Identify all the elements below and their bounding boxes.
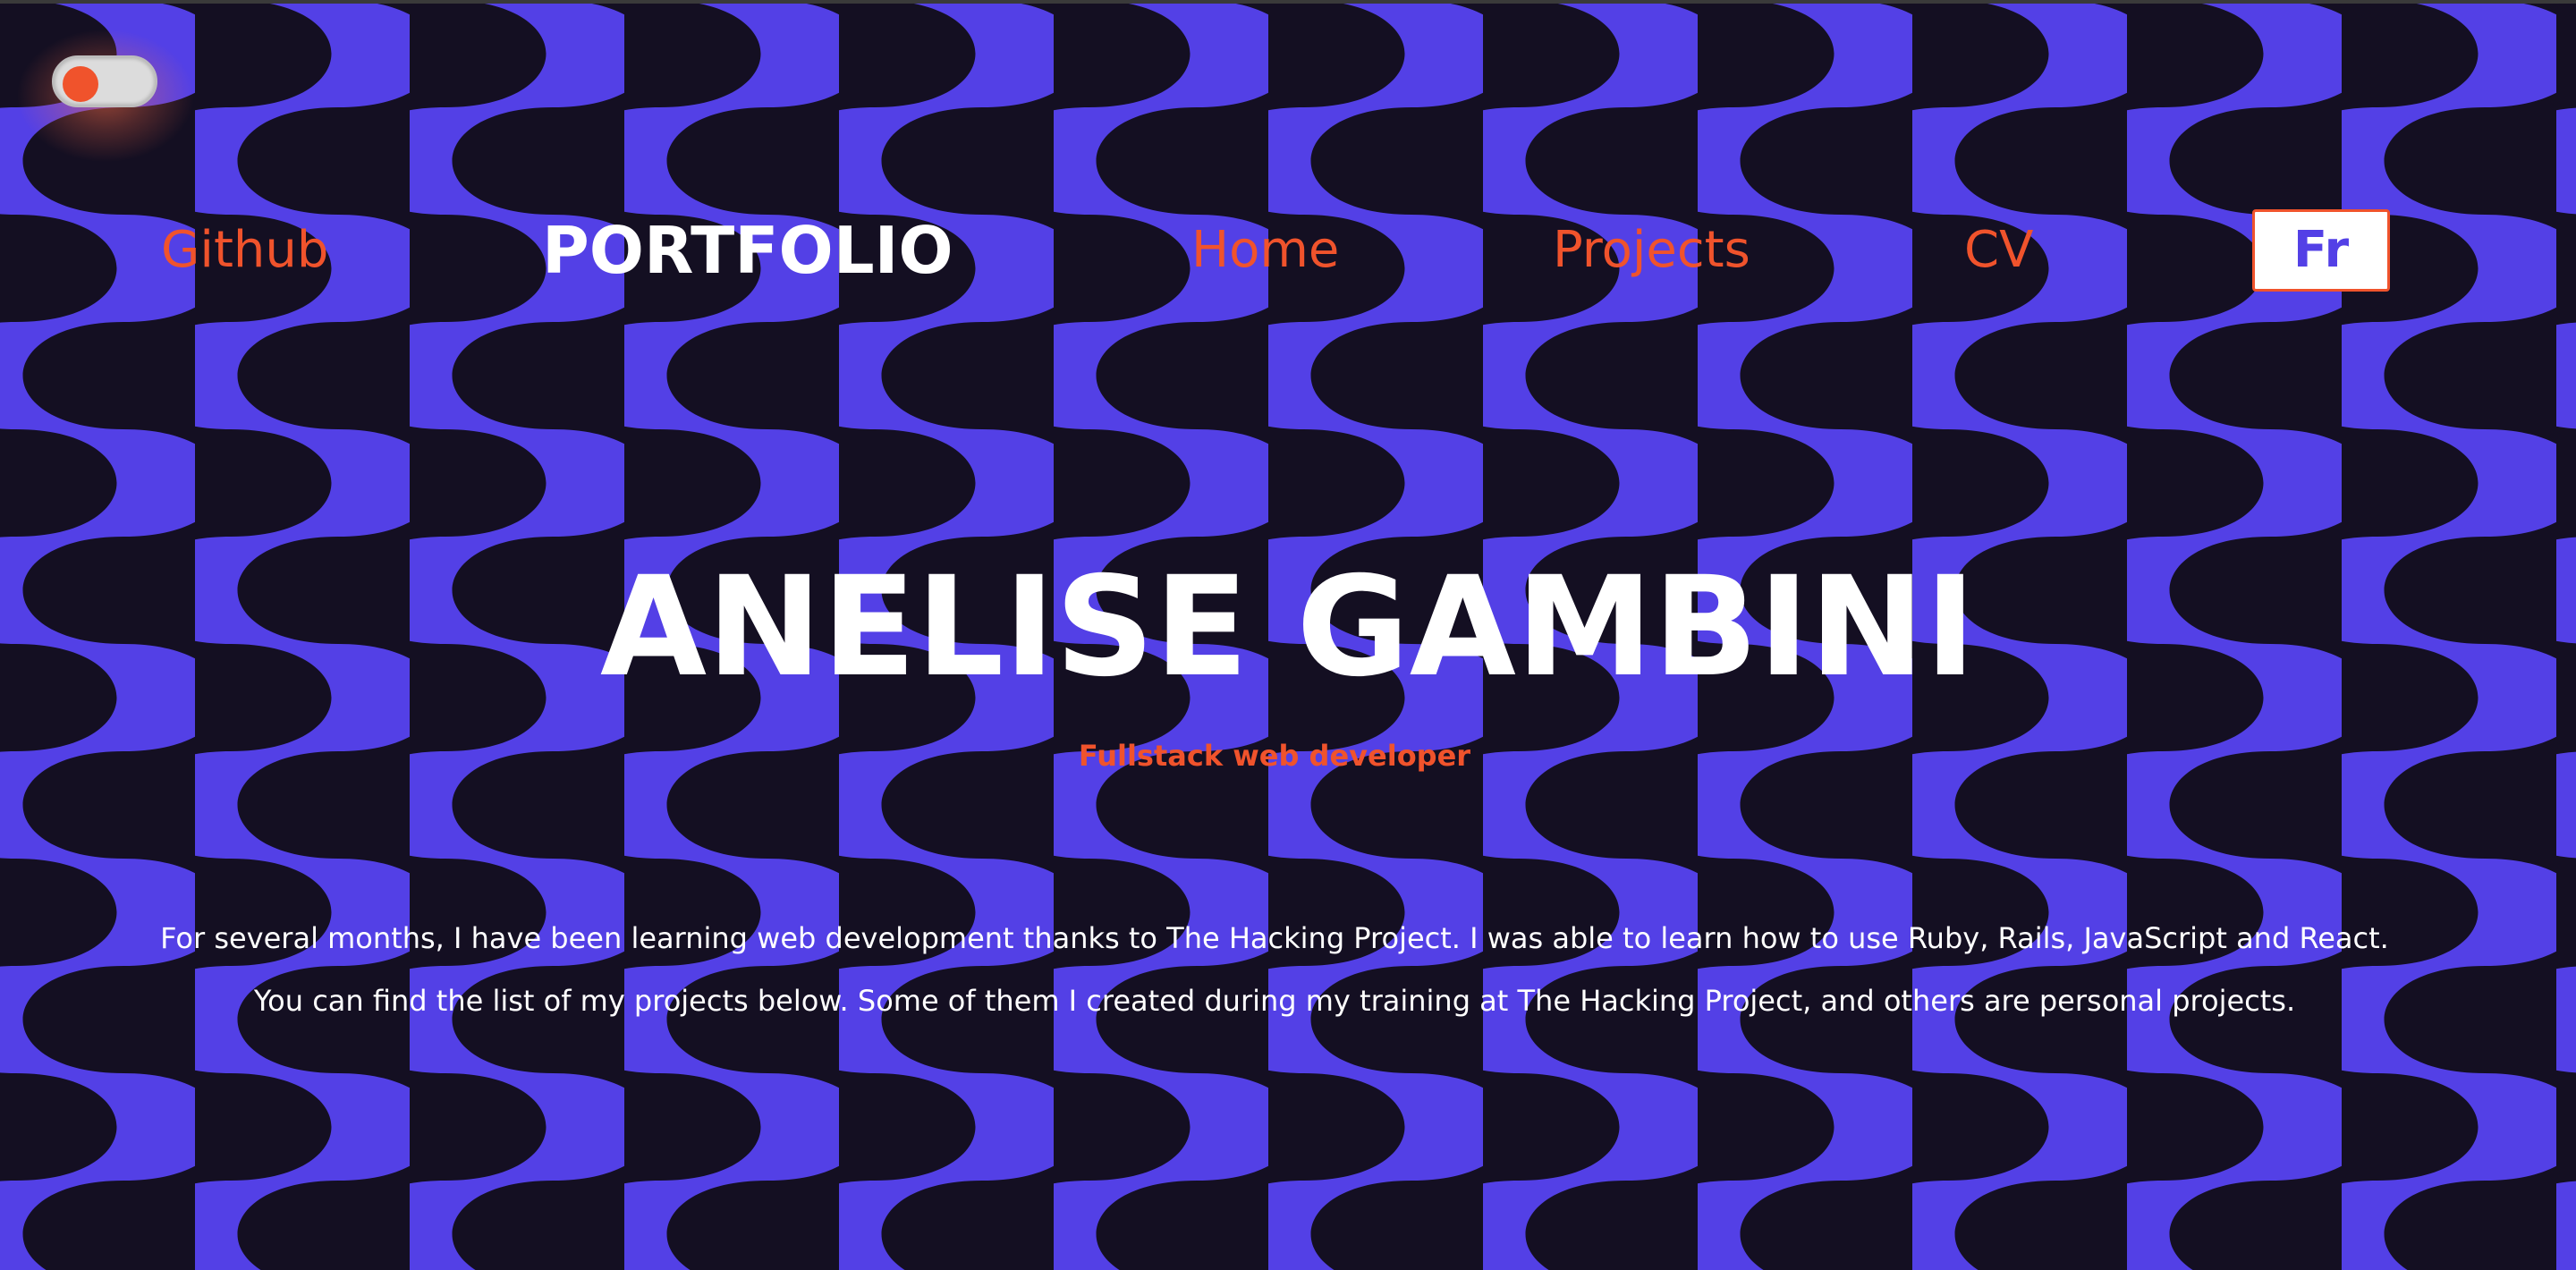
hero-name: ANELISE GAMBINI bbox=[599, 547, 1977, 707]
nav-link-cv[interactable]: CV bbox=[1964, 215, 2033, 286]
nav-link-projects[interactable]: Projects bbox=[1553, 215, 1750, 286]
nav-link-home[interactable]: Home bbox=[1191, 215, 1339, 286]
theme-toggle[interactable] bbox=[16, 29, 195, 163]
language-switch-button[interactable]: Fr bbox=[2252, 209, 2390, 292]
brand-title[interactable]: PORTFOLIO bbox=[542, 211, 953, 290]
intro-paragraph-1: For several months, I have been learning… bbox=[160, 921, 2389, 955]
intro-paragraph-2: You can find the list of my projects bel… bbox=[253, 984, 2296, 1018]
window-top-border bbox=[0, 0, 2576, 4]
hero-subtitle: Fullstack web developer bbox=[1078, 739, 1471, 773]
toggle-track[interactable] bbox=[52, 55, 157, 107]
toggle-knob-icon[interactable] bbox=[63, 66, 98, 102]
nav-link-github[interactable]: Github bbox=[161, 215, 328, 286]
